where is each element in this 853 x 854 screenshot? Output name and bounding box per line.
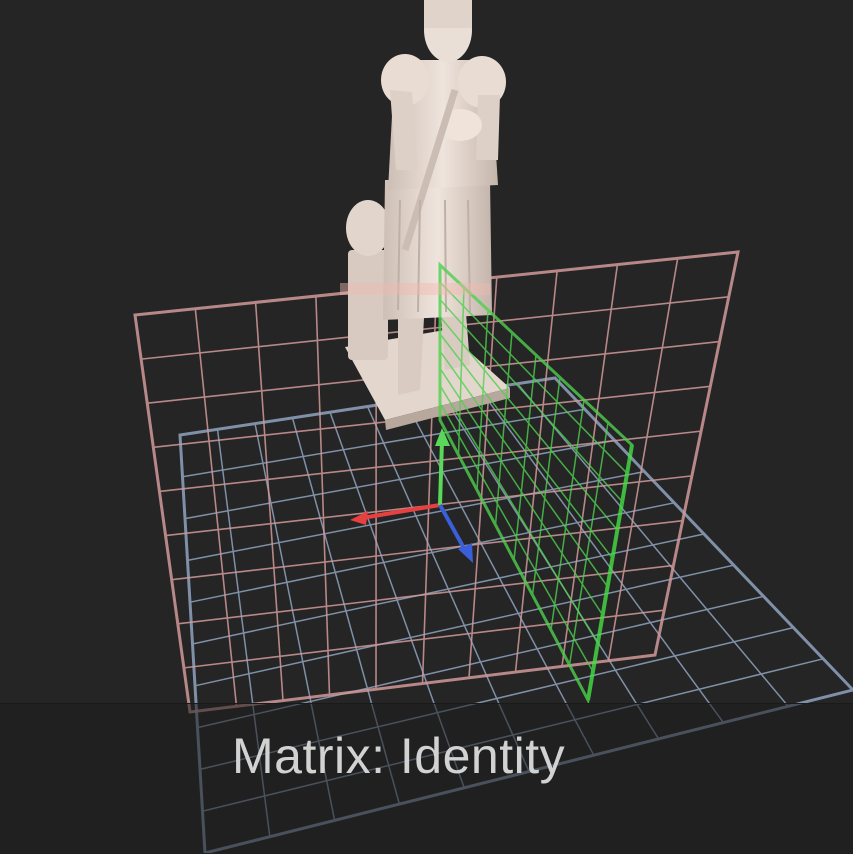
- gizmo-y-axis[interactable]: [440, 440, 442, 505]
- gizmo-z-axis[interactable]: [440, 505, 465, 550]
- floor-grid-line: [188, 472, 645, 561]
- xy-grid-border: [135, 252, 738, 712]
- floor-grid-line: [190, 503, 674, 602]
- xy-grid-line: [516, 271, 558, 672]
- plane-intersection-highlight: [340, 283, 490, 295]
- matrix-caption: Matrix: Identity: [232, 727, 565, 785]
- grid-plane-xy: [135, 252, 738, 712]
- xy-grid-line: [316, 296, 330, 695]
- yz-grid-line: [440, 368, 603, 615]
- xy-grid-line: [195, 309, 236, 707]
- yz-grid-line: [440, 386, 598, 644]
